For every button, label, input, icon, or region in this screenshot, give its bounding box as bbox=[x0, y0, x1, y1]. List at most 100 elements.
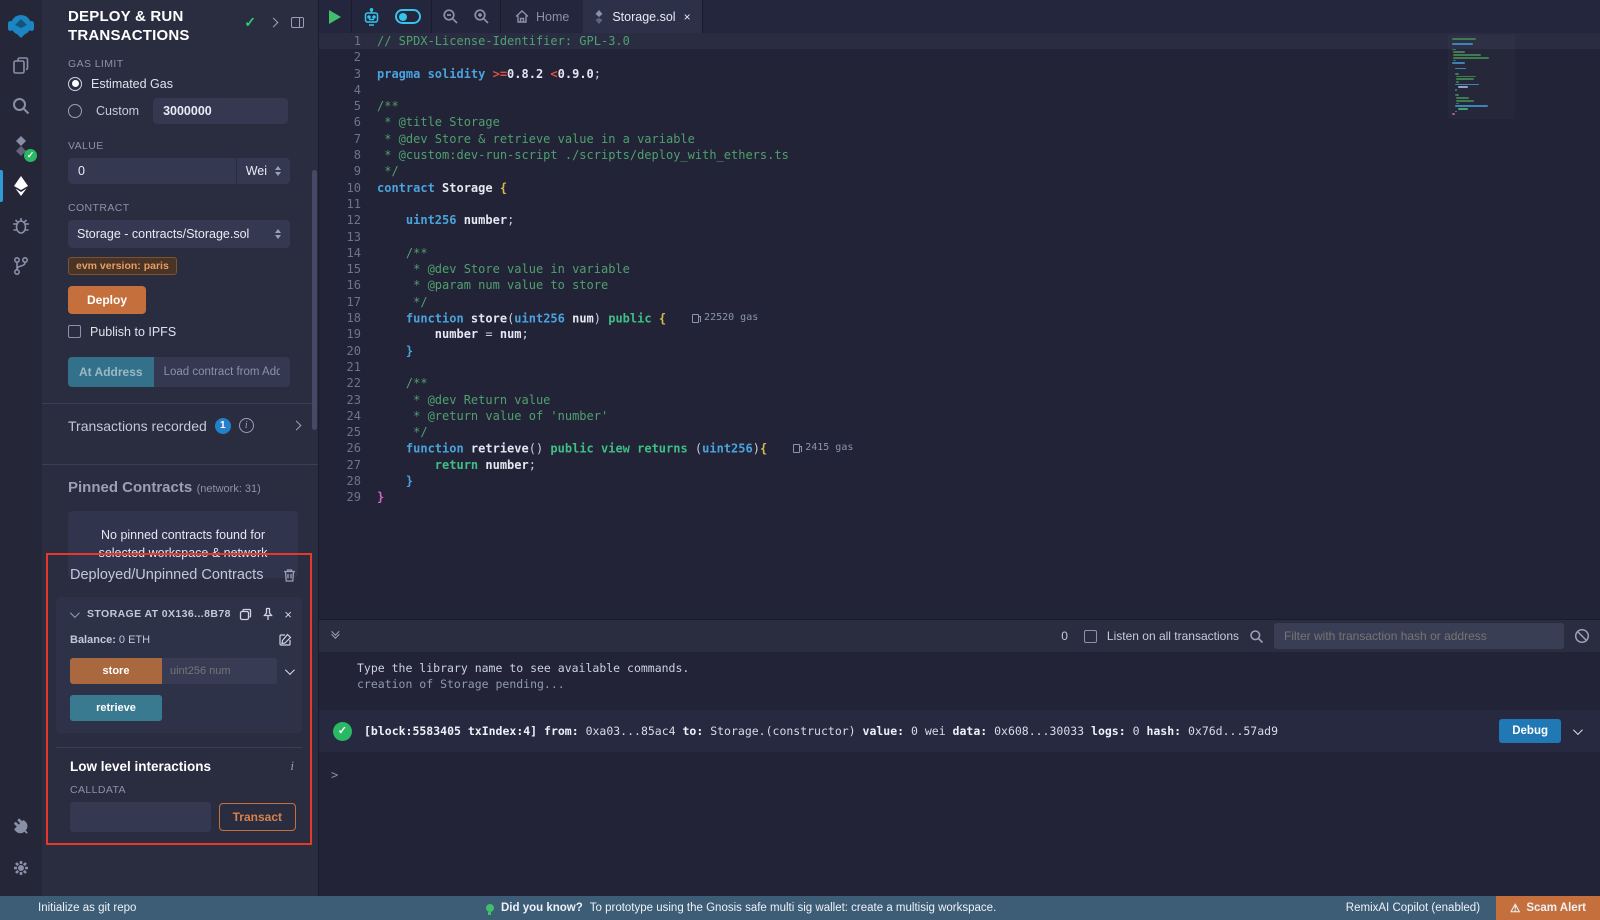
code-line[interactable]: 3pragma solidity >=0.8.2 <0.9.0; bbox=[319, 66, 1600, 82]
code-line[interactable]: 27 return number; bbox=[319, 457, 1600, 473]
plugin-manager-icon[interactable] bbox=[0, 808, 42, 848]
estimated-gas-radio[interactable] bbox=[68, 77, 82, 91]
zoom-out-icon[interactable] bbox=[442, 8, 459, 25]
store-param-input[interactable] bbox=[162, 658, 277, 684]
code-line[interactable]: 26 function retrieve() public view retur… bbox=[319, 440, 1600, 456]
publish-ipfs-checkbox[interactable] bbox=[68, 325, 81, 338]
code-line[interactable]: 25 */ bbox=[319, 424, 1600, 440]
code-editor[interactable]: 1// SPDX-License-Identifier: GPL-3.023pr… bbox=[319, 33, 1600, 619]
retrieve-function-button[interactable]: retrieve bbox=[70, 695, 162, 721]
run-script-play-icon[interactable] bbox=[329, 10, 341, 24]
tab-storage-sol[interactable]: Storage.sol × bbox=[583, 0, 702, 33]
code-line[interactable]: 22 /** bbox=[319, 375, 1600, 391]
code-line[interactable]: 9 */ bbox=[319, 163, 1600, 179]
listen-all-transactions-checkbox[interactable] bbox=[1084, 630, 1097, 643]
panel-chevron-right-icon[interactable] bbox=[269, 18, 279, 28]
publish-ipfs-row[interactable]: Publish to IPFS bbox=[68, 325, 310, 339]
terminal-prompt[interactable]: > bbox=[319, 768, 1600, 782]
code-line[interactable]: 14 /** bbox=[319, 245, 1600, 261]
code-line[interactable]: 23 * @dev Return value bbox=[319, 392, 1600, 408]
debugger-icon[interactable] bbox=[0, 206, 42, 246]
search-icon[interactable] bbox=[0, 86, 42, 126]
copilot-toggle[interactable] bbox=[395, 9, 421, 24]
code-line[interactable]: 1// SPDX-License-Identifier: GPL-3.0 bbox=[319, 33, 1600, 49]
git-init-status[interactable]: Initialize as git repo bbox=[0, 902, 136, 914]
panel-scrollbar[interactable] bbox=[312, 170, 317, 430]
low-level-info-icon[interactable]: i bbox=[290, 758, 294, 774]
value-unit-select[interactable]: Wei bbox=[236, 158, 290, 184]
value-label: VALUE bbox=[68, 140, 310, 152]
debug-button[interactable]: Debug bbox=[1499, 719, 1561, 743]
line-number: 26 bbox=[319, 440, 377, 456]
deploy-button[interactable]: Deploy bbox=[68, 286, 146, 314]
code-line[interactable]: 16 * @param num value to store bbox=[319, 277, 1600, 293]
transactions-info-icon[interactable]: i bbox=[239, 418, 254, 433]
code-line[interactable]: 5/** bbox=[319, 98, 1600, 114]
trash-icon[interactable] bbox=[283, 568, 296, 582]
custom-gas-input[interactable] bbox=[153, 98, 288, 124]
code-line[interactable]: 18 function store(uint256 num) public {2… bbox=[319, 310, 1600, 326]
copilot-status[interactable]: RemixAI Copilot (enabled) bbox=[1346, 902, 1480, 914]
terminal[interactable]: Type the library name to see available c… bbox=[319, 652, 1600, 896]
store-function-button[interactable]: store bbox=[70, 658, 162, 684]
code-line[interactable]: 12 uint256 number; bbox=[319, 212, 1600, 228]
solidity-compiler-icon[interactable]: ✓ bbox=[0, 126, 42, 166]
code-line[interactable]: 4 bbox=[319, 82, 1600, 98]
at-address-input[interactable] bbox=[154, 357, 290, 387]
at-address-button[interactable]: At Address bbox=[68, 357, 154, 387]
contract-expand-chevron-icon[interactable] bbox=[70, 608, 80, 618]
code-line[interactable]: 13 bbox=[319, 229, 1600, 245]
code-line[interactable]: 15 * @dev Store value in variable bbox=[319, 261, 1600, 277]
transaction-expand-chevron-icon[interactable] bbox=[1573, 725, 1583, 735]
code-line[interactable]: 19 number = num; bbox=[319, 326, 1600, 342]
file-explorer-icon[interactable] bbox=[0, 46, 42, 86]
code-line[interactable]: 6 * @title Storage bbox=[319, 114, 1600, 130]
zoom-in-icon[interactable] bbox=[473, 8, 490, 25]
transactions-chevron-icon[interactable] bbox=[292, 421, 302, 431]
code-line[interactable]: 11 bbox=[319, 196, 1600, 212]
code-line[interactable]: 20 } bbox=[319, 343, 1600, 359]
settings-gear-icon[interactable] bbox=[0, 848, 42, 888]
code-line[interactable]: 8 * @custom:dev-run-script ./scripts/dep… bbox=[319, 147, 1600, 163]
store-expand-chevron-icon[interactable] bbox=[285, 665, 295, 675]
editor-minimap[interactable] bbox=[1448, 35, 1515, 119]
estimated-gas-radio-row[interactable]: Estimated Gas bbox=[68, 77, 310, 91]
code-line[interactable]: 29} bbox=[319, 489, 1600, 505]
panel-layout-icon[interactable] bbox=[291, 17, 304, 28]
tip-text: To prototype using the Gnosis safe multi… bbox=[590, 902, 997, 914]
code-line[interactable]: 21 bbox=[319, 359, 1600, 375]
clear-terminal-icon[interactable] bbox=[1574, 628, 1590, 644]
code-line[interactable]: 24 * @return value of 'number' bbox=[319, 408, 1600, 424]
transactions-recorded-row[interactable]: Transactions recorded 1 i bbox=[42, 404, 318, 448]
line-number: 18 bbox=[319, 310, 377, 326]
tab-home[interactable]: Home bbox=[501, 0, 583, 33]
ai-copilot-robot-icon[interactable] bbox=[362, 8, 381, 26]
contract-instance-name: STORAGE AT 0X136...8B78 bbox=[87, 608, 231, 620]
value-input[interactable] bbox=[68, 158, 236, 184]
line-number: 20 bbox=[319, 343, 377, 359]
custom-gas-radio[interactable] bbox=[68, 104, 82, 118]
close-tab-icon[interactable]: × bbox=[684, 11, 691, 23]
line-number: 9 bbox=[319, 163, 377, 179]
pin-contract-icon[interactable] bbox=[262, 607, 274, 621]
edit-balance-icon[interactable] bbox=[279, 633, 292, 646]
deploy-and-run-icon[interactable] bbox=[0, 166, 42, 206]
terminal-expand-icon[interactable] bbox=[331, 633, 337, 639]
remix-logo-icon[interactable] bbox=[0, 6, 42, 46]
transaction-log-row[interactable]: ✓ [block:5583405 txIndex:4] from: 0xa03.… bbox=[319, 710, 1600, 752]
code-line[interactable]: 17 */ bbox=[319, 294, 1600, 310]
scam-alert-badge[interactable]: ⚠ Scam Alert bbox=[1496, 896, 1600, 920]
remove-contract-icon[interactable]: × bbox=[284, 608, 292, 621]
code-line[interactable]: 7 * @dev Store & retrieve value in a var… bbox=[319, 131, 1600, 147]
code-line[interactable]: 10contract Storage { bbox=[319, 180, 1600, 196]
code-line[interactable]: 2 bbox=[319, 49, 1600, 65]
git-icon[interactable] bbox=[0, 246, 42, 286]
transaction-filter-input[interactable] bbox=[1274, 623, 1564, 649]
line-number: 7 bbox=[319, 131, 377, 147]
contract-select[interactable]: Storage - contracts/Storage.sol bbox=[68, 220, 290, 248]
code-line[interactable]: 28 } bbox=[319, 473, 1600, 489]
estimated-gas-label: Estimated Gas bbox=[91, 77, 173, 91]
transact-button[interactable]: Transact bbox=[219, 803, 296, 831]
calldata-input[interactable] bbox=[70, 802, 211, 832]
copy-address-icon[interactable] bbox=[239, 608, 252, 621]
